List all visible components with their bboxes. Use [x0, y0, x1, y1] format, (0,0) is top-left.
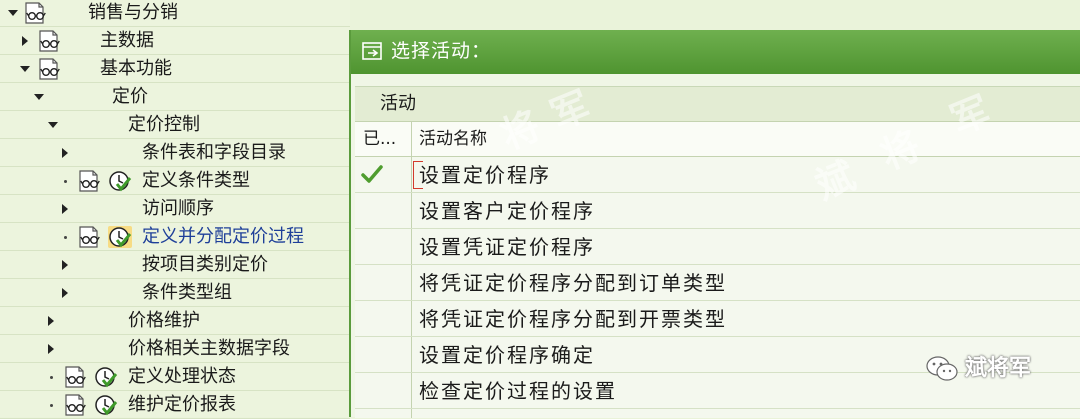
glasses-icon[interactable]	[78, 226, 102, 248]
collapse-arrow-icon[interactable]	[48, 122, 58, 128]
tree-node-label: 访问顺序	[142, 198, 214, 219]
leaf-dot-icon	[64, 180, 67, 183]
tree-node-label: 价格相关主数据字段	[128, 338, 290, 359]
column-header-done[interactable]: 已...	[363, 129, 396, 149]
activity-row[interactable]: 将凭证定价程序分配到开票类型	[355, 301, 1080, 337]
expand-arrow-icon[interactable]	[62, 260, 68, 270]
glasses-icon[interactable]	[64, 366, 88, 388]
tree-node-label: 销售与分销	[88, 2, 178, 23]
activity-name: 设置客户定价程序	[419, 199, 595, 223]
tree-node-label: 定义条件类型	[142, 170, 250, 191]
tree-node-master-data[interactable]: 主数据	[0, 28, 350, 55]
glasses-icon	[39, 58, 60, 80]
tree-node-define-assign-pricing-procedure[interactable]: 定义并分配定价过程	[0, 224, 350, 251]
leaf-dot-icon	[50, 404, 53, 407]
img-tree: 销售与分销 主数据 基本功能 定价 定价控制 条件表和字段目录 定义条件类型 访…	[0, 0, 350, 419]
activity-row[interactable]: 设置凭证定价程序	[355, 229, 1080, 265]
tree-node-define-condition-types[interactable]: 定义条件类型	[0, 168, 350, 195]
tree-node-price-maintenance[interactable]: 价格维护	[0, 308, 350, 335]
dialog-title-bar[interactable]: 选择活动：	[351, 30, 1080, 74]
tree-node-price-master-data-fields[interactable]: 价格相关主数据字段	[0, 336, 350, 363]
expand-arrow-icon[interactable]	[62, 148, 68, 158]
glasses-icon[interactable]	[64, 394, 88, 416]
panel-header: 活动	[355, 87, 1080, 122]
execute-clock-icon[interactable]	[94, 366, 118, 388]
tree-node-maintain-pricing-report[interactable]: 维护定价报表	[0, 392, 350, 419]
tree-node-condition-type-groups[interactable]: 条件类型组	[0, 280, 350, 307]
tree-node-label: 按项目类别定价	[142, 254, 268, 275]
expand-arrow-icon[interactable]	[48, 344, 54, 354]
expand-arrow-icon[interactable]	[62, 288, 68, 298]
done-check-icon	[361, 165, 383, 183]
panel-title: 活动	[380, 93, 416, 114]
watermark-text: 斌将军	[965, 356, 1032, 381]
activity-row[interactable]: 将凭证定价程序分配到订单类型	[355, 265, 1080, 301]
tree-node-label: 主数据	[100, 30, 154, 51]
leaf-dot-icon	[64, 236, 67, 239]
tree-node-basic-functions[interactable]: 基本功能	[0, 56, 350, 83]
tree-node-pricing[interactable]: 定价	[0, 84, 350, 111]
glasses-icon[interactable]	[78, 170, 102, 192]
dialog-window-icon	[362, 42, 382, 60]
execute-clock-icon[interactable]	[108, 170, 132, 192]
collapse-arrow-icon[interactable]	[8, 10, 18, 16]
collapse-arrow-icon[interactable]	[20, 66, 30, 72]
activity-name: 将凭证定价程序分配到开票类型	[419, 307, 727, 331]
tree-node-access-sequence[interactable]: 访问顺序	[0, 196, 350, 223]
dialog-title: 选择活动：	[391, 40, 492, 62]
activity-name: 检查定价过程的设置	[419, 379, 617, 403]
tree-node-label: 基本功能	[100, 58, 172, 79]
leaf-dot-icon	[50, 376, 53, 379]
execute-clock-icon[interactable]	[94, 394, 118, 416]
collapse-arrow-icon[interactable]	[34, 94, 44, 100]
tree-node-label: 定价控制	[128, 114, 200, 135]
execute-clock-icon[interactable]	[108, 226, 132, 248]
activity-name: 设置定价程序	[419, 163, 551, 187]
tree-node-condition-tables[interactable]: 条件表和字段目录	[0, 140, 350, 167]
tree-node-label: 价格维护	[128, 310, 200, 331]
tree-node-label: 定价	[112, 86, 148, 107]
column-header-activity-name[interactable]: 活动名称	[419, 129, 487, 149]
expand-arrow-icon[interactable]	[22, 36, 28, 46]
tree-node-label: 维护定价报表	[128, 394, 236, 415]
tree-node-define-processing-status[interactable]: 定义处理状态	[0, 364, 350, 391]
tree-node-label: 条件表和字段目录	[142, 142, 286, 163]
activity-name: 设置凭证定价程序	[419, 235, 595, 259]
activity-name: 将凭证定价程序分配到订单类型	[419, 271, 727, 295]
tree-node-pricing-by-item-category[interactable]: 按项目类别定价	[0, 252, 350, 279]
expand-arrow-icon[interactable]	[62, 204, 68, 214]
glasses-icon	[39, 30, 60, 52]
tree-node-label: 定义并分配定价过程	[142, 226, 304, 247]
wechat-icon	[926, 356, 958, 381]
tree-node-pricing-control[interactable]: 定价控制	[0, 112, 350, 139]
column-header-row: 已... 活动名称	[355, 122, 1080, 157]
activity-name: 设置定价程序确定	[419, 343, 595, 367]
tree-node-label: 定义处理状态	[128, 366, 236, 387]
expand-arrow-icon[interactable]	[48, 316, 54, 326]
activity-row[interactable]: 设置客户定价程序	[355, 193, 1080, 229]
activity-row[interactable]: 设置定价程序	[355, 157, 1080, 193]
tree-node-label: 条件类型组	[142, 282, 232, 303]
glasses-icon	[25, 2, 46, 24]
tree-node-sales-distribution[interactable]: 销售与分销	[0, 0, 350, 27]
